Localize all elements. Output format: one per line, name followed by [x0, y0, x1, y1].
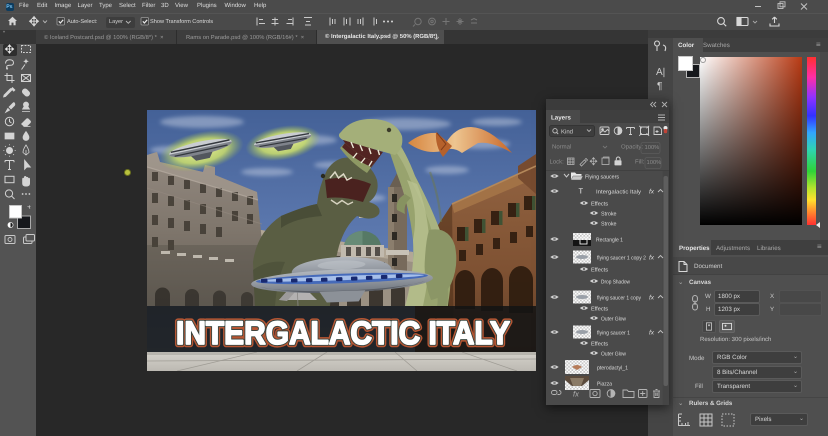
svg-text:fx: fx	[649, 189, 655, 196]
svg-text:fx: fx	[573, 390, 579, 399]
svg-text:fx: fx	[649, 255, 655, 262]
svg-text:Rectangle 1: Rectangle 1	[596, 237, 623, 244]
svg-text:Outer Glow: Outer Glow	[601, 316, 627, 323]
svg-text:Effects: Effects	[591, 341, 608, 348]
svg-text:Normal: Normal	[552, 144, 571, 151]
svg-text:fx: fx	[649, 330, 655, 337]
svg-text:Fill:: Fill:	[635, 159, 645, 166]
svg-text:Layers: Layers	[551, 115, 572, 122]
svg-text:Effects: Effects	[591, 306, 608, 313]
svg-text:flying saucer 1 copy: flying saucer 1 copy	[597, 295, 641, 302]
svg-text:flying saucer 1 copy 2: flying saucer 1 copy 2	[597, 255, 646, 262]
svg-text:Stroke: Stroke	[601, 221, 617, 228]
svg-text:pterodactyl_1: pterodactyl_1	[597, 365, 628, 372]
svg-text:T: T	[579, 187, 584, 196]
svg-text:¶: ¶	[657, 81, 662, 92]
svg-text:Opacity:: Opacity:	[621, 144, 643, 151]
svg-text:flying saucer 1: flying saucer 1	[597, 330, 630, 337]
svg-text:Stroke: Stroke	[601, 211, 617, 218]
svg-text:Outer Glow: Outer Glow	[601, 351, 627, 358]
svg-text:A|: A|	[656, 67, 665, 78]
svg-text:Intergalactic Italy: Intergalactic Italy	[596, 189, 641, 196]
svg-text:Piazza: Piazza	[597, 381, 613, 388]
svg-text:Flying saucers: Flying saucers	[585, 174, 619, 181]
svg-text:Drop Shadow: Drop Shadow	[601, 279, 631, 286]
svg-text:Effects: Effects	[591, 267, 608, 274]
svg-text:Lock:: Lock:	[550, 159, 565, 166]
svg-text:Kind: Kind	[561, 128, 573, 135]
svg-text:100%: 100%	[645, 144, 660, 151]
svg-text:100%: 100%	[647, 159, 662, 166]
svg-text:fx: fx	[649, 295, 655, 302]
svg-text:Effects: Effects	[591, 201, 608, 208]
svg-text:INTERGALACTIC ITALY: INTERGALACTIC ITALY	[176, 315, 510, 351]
